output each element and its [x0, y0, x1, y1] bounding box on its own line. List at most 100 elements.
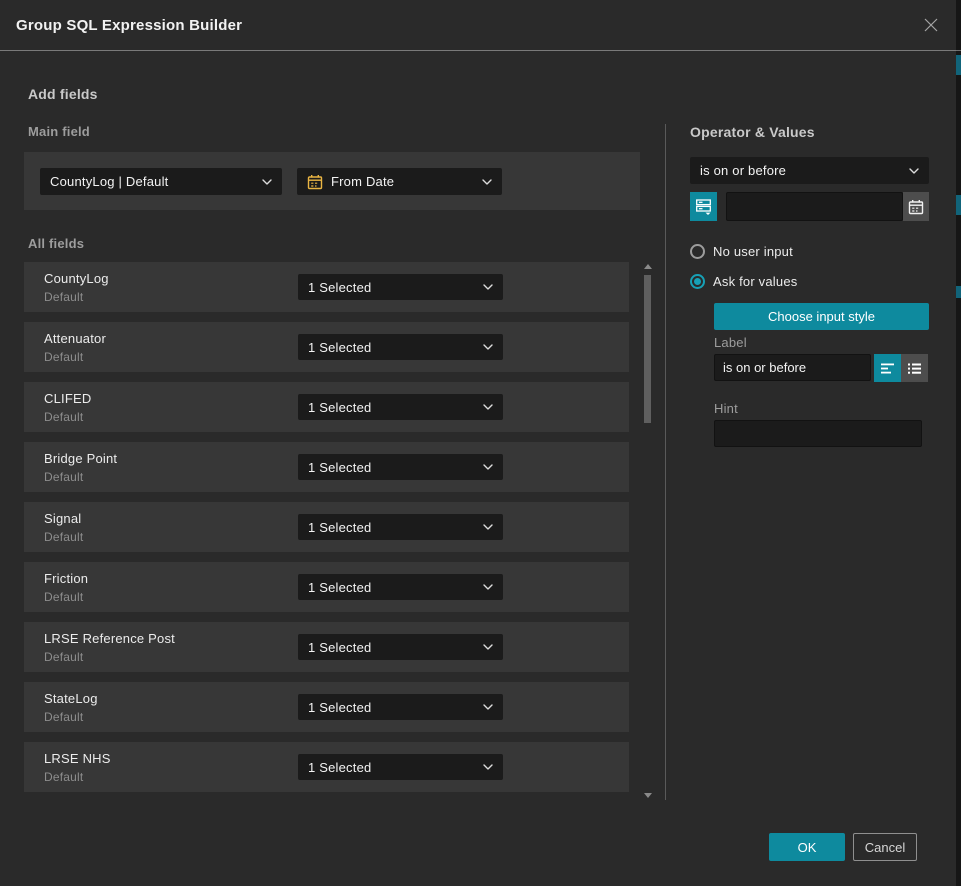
radio-label: No user input — [713, 244, 793, 259]
chevron-down-icon — [483, 644, 493, 650]
chevron-down-icon — [262, 179, 272, 185]
label-caption: Label — [714, 335, 747, 350]
field-name: Bridge Point — [44, 451, 117, 466]
radio-circle-unselected — [690, 244, 705, 259]
radio-ask-for-values[interactable]: Ask for values — [690, 274, 797, 289]
field-subtitle: Default — [44, 350, 83, 364]
choose-input-style-button[interactable]: Choose input style — [714, 303, 929, 330]
chevron-down-icon — [483, 704, 493, 710]
field-subtitle: Default — [44, 470, 83, 484]
date-value-input[interactable] — [726, 192, 903, 221]
field-row: CLIFED Default 1 Selected — [24, 382, 629, 432]
radio-circle-selected — [690, 274, 705, 289]
field-row: LRSE Reference Post Default 1 Selected — [24, 622, 629, 672]
field-selection-dropdown[interactable]: 1 Selected — [298, 574, 503, 600]
field-row: Attenuator Default 1 Selected — [24, 322, 629, 372]
field-name: StateLog — [44, 691, 98, 706]
operator-values-panel: Operator & Values is on or before No use… — [690, 124, 929, 140]
background-fragment — [956, 55, 961, 75]
field-selection-value: 1 Selected — [308, 700, 477, 715]
screen: Group SQL Expression Builder Add fields … — [0, 0, 961, 886]
radio-no-user-input[interactable]: No user input — [690, 244, 793, 259]
stacked-values-icon — [695, 198, 712, 216]
operator-dropdown[interactable]: is on or before — [690, 157, 929, 184]
chevron-down-icon — [483, 284, 493, 290]
chevron-down-icon — [909, 168, 919, 174]
field-row: CountyLog Default 1 Selected — [24, 262, 629, 312]
field-selection-value: 1 Selected — [308, 760, 477, 775]
main-layer-dropdown[interactable]: CountyLog | Default — [40, 168, 282, 195]
field-row: LRSE NHS Default 1 Selected — [24, 742, 629, 792]
calendar-icon — [908, 199, 924, 215]
value-source-icon[interactable] — [690, 192, 717, 221]
main-field-dropdown-value: From Date — [331, 174, 476, 189]
scrollbar-up-arrow-icon[interactable] — [644, 264, 652, 269]
close-x-glyph — [923, 17, 939, 33]
main-layer-dropdown-value: CountyLog | Default — [50, 174, 256, 189]
chevron-down-icon — [483, 344, 493, 350]
scrollbar-down-arrow-icon[interactable] — [644, 793, 652, 798]
all-fields-label: All fields — [28, 236, 84, 251]
field-selection-dropdown[interactable]: 1 Selected — [298, 754, 503, 780]
main-field-panel: CountyLog | Default From Date — [24, 152, 640, 210]
hint-caption: Hint — [714, 401, 738, 416]
chevron-down-icon — [483, 464, 493, 470]
scrollbar-thumb[interactable] — [644, 275, 651, 423]
field-name: CLIFED — [44, 391, 91, 406]
field-selection-value: 1 Selected — [308, 340, 477, 355]
field-subtitle: Default — [44, 410, 83, 424]
main-field-label: Main field — [28, 124, 90, 139]
field-subtitle: Default — [44, 290, 83, 304]
field-selection-value: 1 Selected — [308, 640, 477, 655]
label-input[interactable] — [714, 354, 871, 381]
radio-label: Ask for values — [713, 274, 797, 289]
field-name: LRSE Reference Post — [44, 631, 175, 646]
field-selection-dropdown[interactable]: 1 Selected — [298, 514, 503, 540]
field-selection-value: 1 Selected — [308, 520, 477, 535]
field-row: Bridge Point Default 1 Selected — [24, 442, 629, 492]
align-left-icon[interactable] — [874, 354, 901, 382]
calendar-picker-button[interactable] — [903, 192, 929, 221]
background-fragment — [956, 286, 961, 298]
field-selection-dropdown[interactable]: 1 Selected — [298, 634, 503, 660]
cancel-button[interactable]: Cancel — [853, 833, 917, 861]
operator-values-title: Operator & Values — [690, 124, 929, 140]
chevron-down-icon — [483, 584, 493, 590]
hint-input[interactable] — [714, 420, 922, 447]
chevron-down-icon — [482, 179, 492, 185]
panel-divider — [665, 124, 666, 800]
field-row: Friction Default 1 Selected — [24, 562, 629, 612]
fields-scrollbar — [643, 262, 651, 800]
field-subtitle: Default — [44, 650, 83, 664]
field-subtitle: Default — [44, 530, 83, 544]
group-sql-expression-builder-dialog: Group SQL Expression Builder Add fields … — [0, 0, 956, 886]
field-selection-dropdown[interactable]: 1 Selected — [298, 694, 503, 720]
field-subtitle: Default — [44, 590, 83, 604]
field-selection-dropdown[interactable]: 1 Selected — [298, 274, 503, 300]
operator-dropdown-value: is on or before — [700, 163, 903, 178]
field-subtitle: Default — [44, 770, 83, 784]
ok-button[interactable]: OK — [769, 833, 845, 861]
field-row: StateLog Default 1 Selected — [24, 682, 629, 732]
field-selection-dropdown[interactable]: 1 Selected — [298, 394, 503, 420]
background-page-strip — [956, 0, 961, 886]
field-name: Attenuator — [44, 331, 106, 346]
field-selection-value: 1 Selected — [308, 400, 477, 415]
field-selection-value: 1 Selected — [308, 460, 477, 475]
field-name: Signal — [44, 511, 81, 526]
background-fragment — [956, 195, 961, 215]
field-name: Friction — [44, 571, 88, 586]
field-row: Signal Default 1 Selected — [24, 502, 629, 552]
dialog-header: Group SQL Expression Builder — [0, 0, 956, 51]
chevron-down-icon — [483, 404, 493, 410]
field-selection-dropdown[interactable]: 1 Selected — [298, 454, 503, 480]
main-field-dropdown[interactable]: From Date — [297, 168, 502, 195]
bulleted-list-icon[interactable] — [901, 354, 928, 382]
field-name: CountyLog — [44, 271, 109, 286]
value-input-row — [690, 192, 929, 221]
field-name: LRSE NHS — [44, 751, 111, 766]
background-fragment — [956, 50, 961, 51]
field-selection-dropdown[interactable]: 1 Selected — [298, 334, 503, 360]
all-fields-list: CountyLog Default 1 Selected Attenuator … — [24, 262, 629, 802]
close-icon[interactable] — [919, 13, 943, 37]
